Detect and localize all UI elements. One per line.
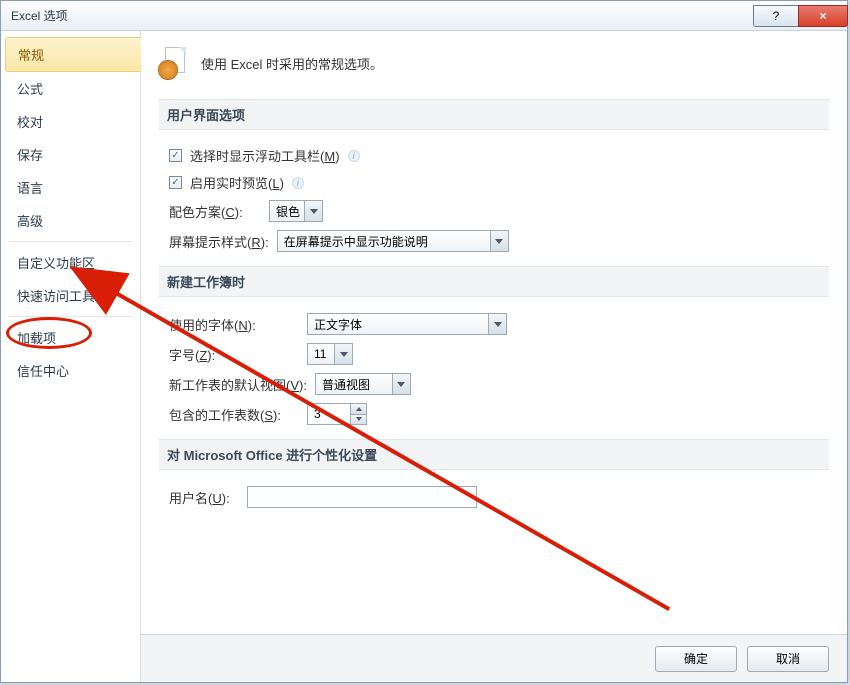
row-default-view: 新工作表的默认视图(V): 普通视图 (159, 369, 829, 399)
spinner-down-icon[interactable] (351, 415, 366, 425)
row-font: 使用的字体(N): 正文字体 (159, 309, 829, 339)
nav-quick-access[interactable]: 快速访问工具栏 (1, 279, 140, 312)
checkbox-mini-toolbar[interactable]: ✓ (169, 149, 182, 162)
footer: 确定 取消 (141, 634, 847, 682)
chevron-down-icon (392, 374, 410, 394)
select-screentip[interactable]: 在屏幕提示中显示功能说明 (277, 230, 509, 252)
row-mini-toolbar: ✓ 选择时显示浮动工具栏(M) i (159, 142, 829, 169)
nav-save[interactable]: 保存 (1, 138, 140, 171)
nav-separator-2 (9, 316, 132, 317)
titlebar: Excel 选项 ? × (1, 1, 847, 31)
select-color-scheme[interactable]: 银色 (269, 200, 323, 222)
label-mini-toolbar: 选择时显示浮动工具栏(M) (190, 146, 340, 165)
nav-general[interactable]: 常规 (5, 37, 141, 72)
label-font-size: 字号(Z): (169, 345, 299, 364)
nav-advanced[interactable]: 高级 (1, 204, 140, 237)
ok-button[interactable]: 确定 (655, 646, 737, 672)
spinner-up-icon[interactable] (351, 404, 366, 415)
label-default-view: 新工作表的默认视图(V): (169, 375, 307, 394)
row-sheet-count: 包含的工作表数(S): 3 (159, 399, 829, 429)
content-pane: 使用 Excel 时采用的常规选项。 用户界面选项 ✓ 选择时显示浮动工具栏(M… (141, 31, 847, 682)
help-button[interactable]: ? (753, 5, 799, 27)
chevron-down-icon (488, 314, 506, 334)
row-font-size: 字号(Z): 11 (159, 339, 829, 369)
chevron-down-icon (334, 344, 352, 364)
chevron-down-icon (490, 231, 508, 251)
nav-trust-center[interactable]: 信任中心 (1, 354, 140, 387)
intro: 使用 Excel 时采用的常规选项。 (159, 43, 829, 89)
label-username: 用户名(U): (169, 488, 239, 507)
row-color-scheme: 配色方案(C): 银色 (159, 196, 829, 226)
info-icon[interactable]: i (292, 177, 304, 189)
nav-language[interactable]: 语言 (1, 171, 140, 204)
row-username: 用户名(U): (159, 482, 829, 512)
select-font[interactable]: 正文字体 (307, 313, 507, 335)
section-ui-head: 用户界面选项 (159, 99, 829, 130)
section-newwb-head: 新建工作簿时 (159, 266, 829, 297)
row-screentip-style: 屏幕提示样式(R): 在屏幕提示中显示功能说明 (159, 226, 829, 256)
chevron-down-icon (304, 201, 322, 221)
window-body: 常规 公式 校对 保存 语言 高级 自定义功能区 快速访问工具栏 加载项 信任中… (1, 31, 847, 682)
nav-addins[interactable]: 加载项 (1, 321, 140, 354)
options-window: Excel 选项 ? × 常规 公式 校对 保存 语言 高级 自定义功能区 快速… (0, 0, 848, 683)
label-live-preview: 启用实时预览(L) (190, 173, 284, 192)
settings-icon (159, 47, 191, 79)
category-nav: 常规 公式 校对 保存 语言 高级 自定义功能区 快速访问工具栏 加载项 信任中… (1, 31, 141, 682)
select-default-view[interactable]: 普通视图 (315, 373, 411, 395)
label-sheet-count: 包含的工作表数(S): (169, 405, 299, 424)
cancel-button[interactable]: 取消 (747, 646, 829, 672)
info-icon[interactable]: i (348, 150, 360, 162)
row-live-preview: ✓ 启用实时预览(L) i (159, 169, 829, 196)
input-username[interactable] (247, 486, 477, 508)
close-button[interactable]: × (798, 5, 848, 27)
intro-text: 使用 Excel 时采用的常规选项。 (201, 54, 383, 73)
select-font-size[interactable]: 11 (307, 343, 353, 365)
window-controls: ? × (753, 5, 847, 27)
section-personal-head: 对 Microsoft Office 进行个性化设置 (159, 439, 829, 470)
nav-formulas[interactable]: 公式 (1, 72, 140, 105)
label-screentip: 屏幕提示样式(R): (169, 232, 269, 251)
nav-customize-ribbon[interactable]: 自定义功能区 (1, 246, 140, 279)
nav-separator-1 (9, 241, 132, 242)
checkbox-live-preview[interactable]: ✓ (169, 176, 182, 189)
window-title: Excel 选项 (11, 7, 68, 24)
nav-proofing[interactable]: 校对 (1, 105, 140, 138)
spinner-sheet-count[interactable]: 3 (307, 403, 367, 425)
label-color-scheme: 配色方案(C): (169, 202, 261, 221)
label-font: 使用的字体(N): (169, 315, 299, 334)
